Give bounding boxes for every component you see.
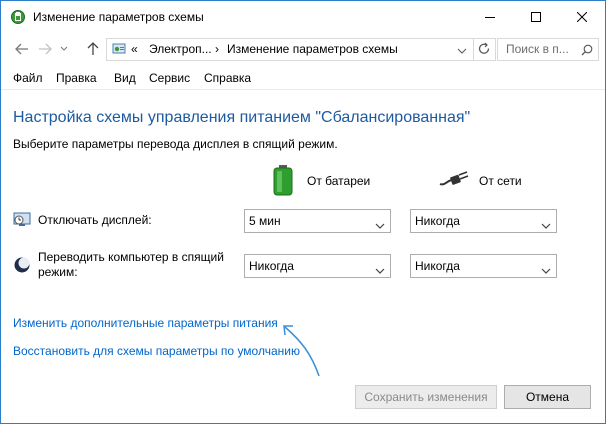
sleep-ac-select[interactable]: Никогда xyxy=(410,254,557,278)
menu-bar: Файл Правка Вид Сервис Справка xyxy=(1,65,605,90)
window: Изменение параметров схемы « Электроп...… xyxy=(0,0,606,424)
row-label-sleep: Переводить компьютер в спящий режим: xyxy=(38,250,224,279)
menu-view[interactable]: Вид xyxy=(114,71,136,85)
search-placeholder: Поиск в п... xyxy=(506,42,569,56)
title-bar: Изменение параметров схемы xyxy=(1,1,605,33)
menu-tools[interactable]: Сервис xyxy=(149,71,190,85)
main-content: Настройка схемы управления питанием "Сба… xyxy=(1,90,605,423)
close-icon xyxy=(577,12,587,22)
breadcrumb-separator-icon: › xyxy=(215,42,219,56)
page-subtitle: Выберите параметры перевода дисплея в сп… xyxy=(13,137,338,151)
display-ac-select[interactable]: Никогда xyxy=(410,209,557,233)
chevron-down-icon xyxy=(541,217,551,235)
display-ac-value: Никогда xyxy=(415,214,460,228)
column-header-ac: От сети xyxy=(479,174,522,188)
battery-icon xyxy=(271,164,295,196)
menu-file[interactable]: Файл xyxy=(13,71,43,85)
sleep-battery-select[interactable]: Никогда xyxy=(244,254,391,278)
chevron-down-icon xyxy=(541,262,551,280)
advanced-settings-link[interactable]: Изменить дополнительные параметры питани… xyxy=(13,316,278,330)
recent-locations-chevron-icon[interactable] xyxy=(59,41,69,57)
chevron-down-icon xyxy=(375,262,385,280)
display-timer-icon xyxy=(13,211,31,229)
save-changes-button[interactable]: Сохранить изменения xyxy=(355,385,497,409)
row-label-display: Отключать дисплей: xyxy=(38,213,152,227)
sleep-battery-value: Никогда xyxy=(249,259,294,273)
restore-defaults-link[interactable]: Восстановить для схемы параметры по умол… xyxy=(13,344,300,358)
sleep-moon-icon xyxy=(13,256,31,274)
chevron-down-icon xyxy=(375,217,385,235)
address-bar[interactable]: « Электроп... › Изменение параметров схе… xyxy=(106,38,474,61)
sleep-ac-value: Никогда xyxy=(415,259,460,273)
maximize-button[interactable] xyxy=(513,1,559,33)
menu-help[interactable]: Справка xyxy=(204,71,251,85)
column-header-battery: От батареи xyxy=(307,174,371,188)
refresh-button[interactable] xyxy=(473,38,496,61)
breadcrumb-electro[interactable]: Электроп... xyxy=(149,42,212,56)
address-dropdown-icon[interactable] xyxy=(457,44,467,58)
page-title: Настройка схемы управления питанием "Сба… xyxy=(13,109,471,126)
address-chevron-icon: « xyxy=(131,42,138,56)
forward-arrow-icon[interactable] xyxy=(37,41,53,57)
window-title: Изменение параметров схемы xyxy=(33,10,204,24)
control-panel-icon xyxy=(111,41,127,62)
menu-edit[interactable]: Правка xyxy=(56,71,97,85)
minimize-icon xyxy=(485,17,495,18)
display-battery-value: 5 мин xyxy=(249,214,281,228)
back-arrow-icon[interactable] xyxy=(14,41,30,57)
minimize-button[interactable] xyxy=(467,1,513,33)
up-arrow-icon[interactable] xyxy=(85,41,101,57)
refresh-icon xyxy=(478,42,490,54)
cancel-button[interactable]: Отмена xyxy=(504,385,591,409)
power-options-icon xyxy=(10,9,26,25)
search-icon xyxy=(581,43,593,61)
breadcrumb-current[interactable]: Изменение параметров схемы xyxy=(227,42,398,56)
display-battery-select[interactable]: 5 мин xyxy=(244,209,391,233)
maximize-icon xyxy=(531,12,541,22)
search-box[interactable]: Поиск в п... xyxy=(497,38,599,61)
power-plug-icon xyxy=(439,170,469,188)
close-button[interactable] xyxy=(559,1,605,33)
